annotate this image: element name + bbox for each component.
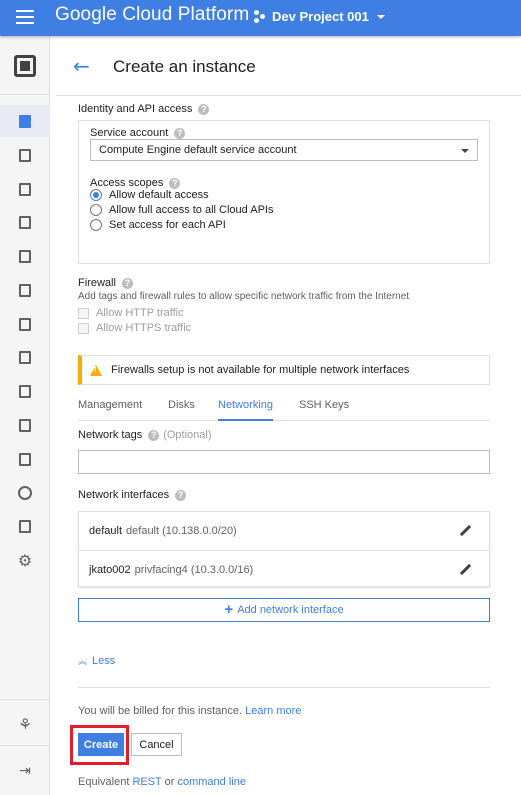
vm-instances-icon[interactable] [0, 105, 50, 137]
chevron-up-icon: ︽ [78, 656, 88, 666]
expand-rail-icon[interactable]: ⇥ [0, 755, 50, 787]
allow-http-checkbox[interactable]: Allow HTTP traffic [78, 307, 184, 319]
network-interfaces-label: Network interfaces? [78, 489, 187, 501]
network-interface-row[interactable]: jkato002 privfacing4 (10.3.0.0/16) [79, 550, 489, 588]
service-account-label: Service account? [90, 127, 186, 139]
warning-icon [90, 364, 102, 376]
rest-link[interactable]: REST [132, 776, 161, 788]
network-interfaces-list: default default (10.138.0.0/20) jkato002 p… [78, 511, 490, 587]
operations-icon[interactable] [0, 477, 50, 509]
help-icon[interactable]: ? [175, 489, 187, 501]
edit-pencil-icon[interactable] [459, 524, 472, 537]
product-title[interactable]: Google Cloud Platform [55, 4, 249, 26]
allow-https-checkbox[interactable]: Allow HTTPS traffic [78, 322, 191, 334]
firewall-warning-banner: Firewalls setup is not available for mul… [78, 355, 490, 385]
identity-section-label: Identity and API access? [78, 103, 210, 115]
help-icon[interactable]: ? [121, 277, 133, 289]
chevron-down-icon [376, 14, 385, 19]
firewall-label: Firewall? [78, 277, 133, 289]
dropdown-arrow-icon [461, 149, 469, 153]
plus-icon: + [224, 601, 234, 618]
billing-notice: You will be billed for this instance. Le… [78, 705, 302, 717]
service-account-select[interactable]: Compute Engine default service account [90, 139, 478, 161]
instance-templates-icon[interactable] [0, 173, 50, 205]
marketplace-icon[interactable]: ⚘ [0, 708, 50, 740]
quotas-icon[interactable] [0, 510, 50, 542]
project-selector[interactable]: Dev Project 001 [254, 9, 385, 24]
project-name: Dev Project 001 [272, 9, 369, 24]
settings-tabs: Management Disks Networking SSH Keys [78, 392, 490, 421]
arrow-back-icon[interactable]: ← [73, 56, 90, 76]
health-checks-icon[interactable] [0, 409, 50, 441]
tab-disks[interactable]: Disks [168, 399, 195, 421]
compute-engine-chip-icon[interactable] [0, 50, 50, 82]
network-interface-row[interactable]: default default (10.138.0.0/20) [79, 512, 489, 550]
create-button[interactable]: Create [78, 733, 124, 756]
divider [78, 687, 490, 688]
tpus-icon[interactable] [0, 308, 50, 340]
equivalent-commands: Equivalent REST or command line [78, 776, 246, 788]
tab-ssh-keys[interactable]: SSH Keys [299, 399, 349, 421]
project-icon [254, 10, 266, 23]
instance-groups-icon[interactable] [0, 139, 50, 171]
access-scopes-label: Access scopes? [90, 177, 181, 189]
scope-per-api-radio[interactable]: Set access for each API [90, 219, 226, 231]
tab-management[interactable]: Management [78, 399, 142, 421]
zones-icon[interactable] [0, 443, 50, 475]
identity-card: Service account? Compute Engine default … [78, 120, 490, 264]
main-content: ← Create an instance Identity and API ac… [56, 36, 521, 795]
left-nav-rail: ⚙ ⚘ ⇥ [0, 36, 50, 795]
page-header: ← Create an instance [56, 36, 521, 96]
network-tags-input[interactable] [78, 450, 490, 474]
scope-allow-default-radio[interactable]: Allow default access [90, 189, 209, 201]
help-icon[interactable]: ? [169, 177, 181, 189]
edit-pencil-icon[interactable] [459, 563, 472, 576]
top-app-bar: Google Cloud Platform Dev Project 001 [0, 0, 521, 36]
metadata-icon[interactable] [0, 375, 50, 407]
help-icon[interactable]: ? [174, 127, 186, 139]
page-title: Create an instance [113, 57, 256, 76]
tab-networking[interactable]: Networking [218, 399, 274, 421]
disks-icon[interactable] [0, 206, 50, 238]
add-network-interface-button[interactable]: + Add network interface [78, 598, 490, 622]
committed-use-discounts-icon[interactable] [0, 341, 50, 373]
snapshots-icon[interactable] [0, 240, 50, 272]
help-icon[interactable]: ? [148, 429, 160, 441]
settings-icon[interactable]: ⚙ [0, 544, 50, 576]
scope-full-access-radio[interactable]: Allow full access to all Cloud APIs [90, 204, 273, 216]
learn-more-link[interactable]: Learn more [245, 705, 301, 717]
firewall-description: Add tags and firewall rules to allow spe… [78, 291, 410, 302]
command-line-link[interactable]: command line [177, 776, 245, 788]
less-toggle[interactable]: ︽ Less [78, 654, 115, 667]
cancel-button[interactable]: Cancel [131, 733, 182, 756]
network-tags-label: Network tags? (Optional) [78, 429, 212, 441]
help-icon[interactable]: ? [198, 103, 210, 115]
menu-icon[interactable] [16, 10, 34, 24]
images-icon[interactable] [0, 274, 50, 306]
